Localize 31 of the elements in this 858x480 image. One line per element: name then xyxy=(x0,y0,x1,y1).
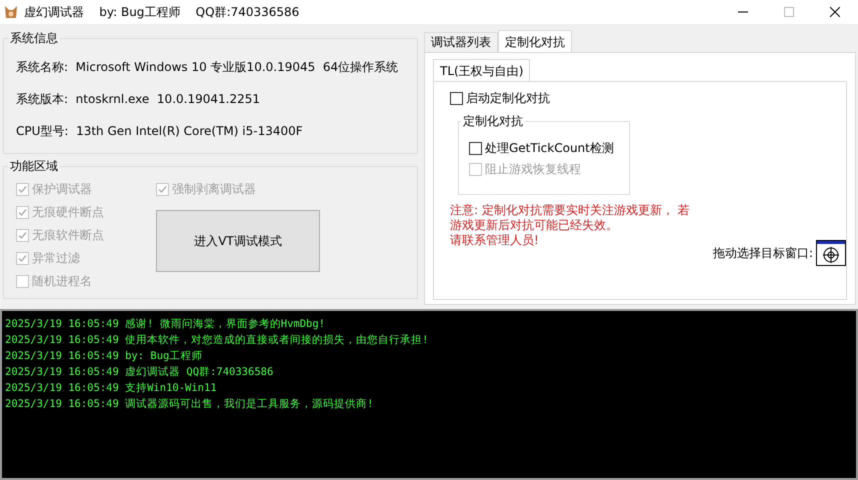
log-line: 2025/3/19 16:05:49 虚幻调试器 QQ群:740336586 xyxy=(5,365,274,380)
info-text: 系统版本: ntoskrnl.exe 10.0.19041.2251 xyxy=(16,90,261,108)
tab[interactable]: 调试器列表 xyxy=(424,32,498,52)
log-line: 2025/3/19 16:05:49 支持Win10-Win11 xyxy=(5,381,218,396)
window-title: 虚幻调试器 by: Bug工程师 QQ群:740336586 xyxy=(24,4,300,20)
app-icon xyxy=(4,4,18,20)
checkmark-icon xyxy=(18,254,27,263)
log-line: 2025/3/19 16:05:49 使用本软件，对您造成的直接或者间接的损失，由您自行承担! xyxy=(5,333,430,348)
group-title: 功能区域 xyxy=(9,158,59,175)
checkmark-icon xyxy=(158,185,167,194)
warning-text: 请联系管理人员! xyxy=(450,233,540,248)
warning-text: 游戏更新后对抗可能已经失效。 xyxy=(450,218,619,233)
checkmark-icon xyxy=(18,185,27,194)
tab[interactable]: 定制化对抗 xyxy=(498,30,572,53)
checkbox[interactable]: 启动定制化对抗 xyxy=(450,88,846,109)
info-text: 系统名称: Microsoft Windows 10 专业版10.0.19045 64位操作系统 xyxy=(16,58,400,76)
close-icon[interactable] xyxy=(830,7,840,17)
log-line: 2025/3/19 16:05:49 感谢! 微雨问海棠，界面参考的HvmDbg! xyxy=(5,317,326,332)
vt-mode-button[interactable]: 进入VT调试模式 xyxy=(156,210,320,272)
group-title: 定制化对抗 xyxy=(462,113,524,130)
checkbox[interactable]: 处理GetTickCount检测 xyxy=(469,138,619,159)
crosshair-icon[interactable] xyxy=(816,240,846,266)
tab[interactable]: TL(王权与自由) xyxy=(433,59,530,82)
checkmark-icon xyxy=(18,231,27,240)
target-label: 拖动选择目标窗口: xyxy=(712,244,813,262)
warning-text: 注意: 定制化对抗需要实时关注游戏更新， 若 xyxy=(450,203,691,218)
log-line: 2025/3/19 16:05:49 by: Bug工程师 xyxy=(5,349,204,364)
log-line: 2025/3/19 16:05:49 调试器源码可出售，我们是工具服务，源码提供商! xyxy=(5,397,374,412)
info-text: CPU型号: 13th Gen Intel(R) Core(TM) i5-13400F xyxy=(16,122,304,140)
checkmark-icon xyxy=(18,208,27,217)
group-title: 系统信息 xyxy=(9,30,59,47)
